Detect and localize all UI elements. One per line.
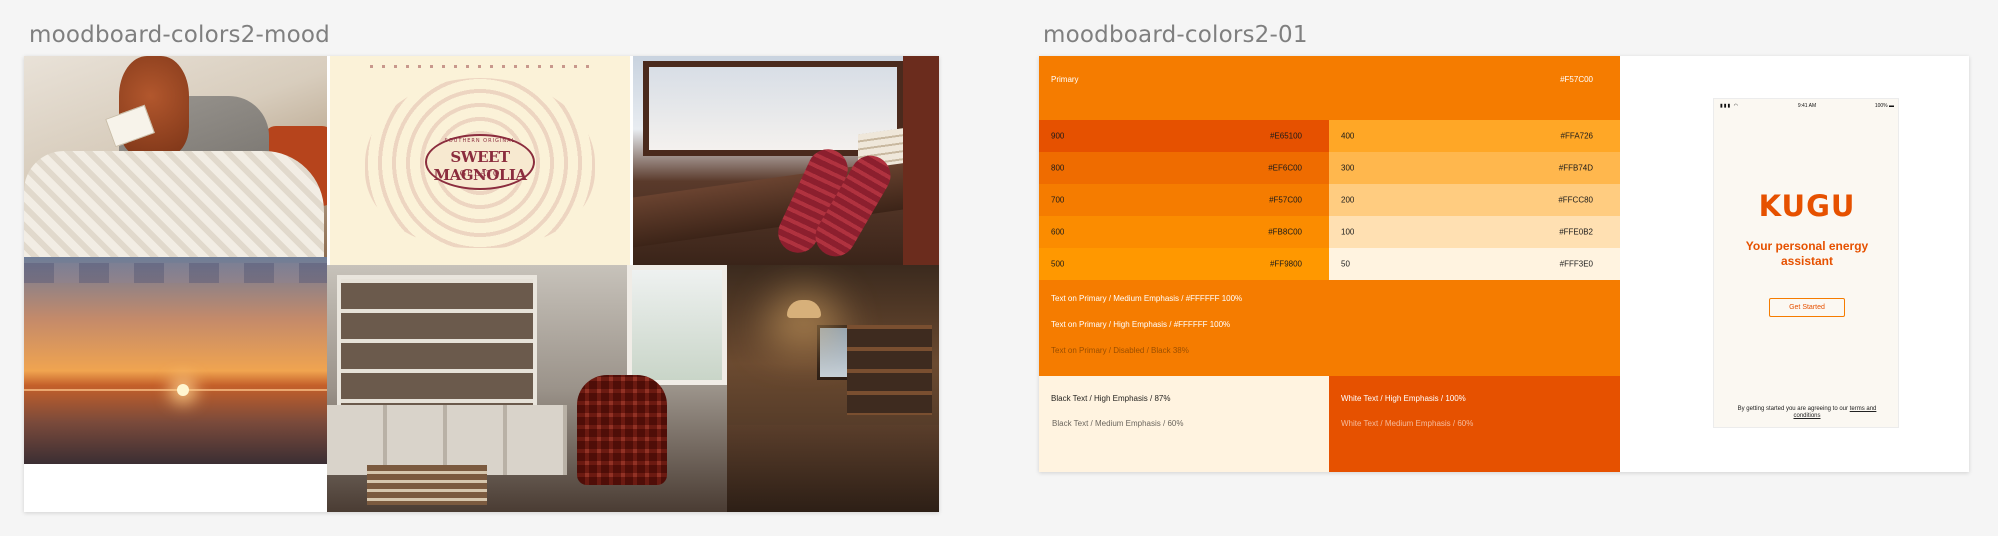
swatch-label: 200 bbox=[1341, 195, 1355, 205]
clouds bbox=[24, 263, 327, 283]
swatch-hex: #F57C00 bbox=[1560, 75, 1593, 84]
swatch-label: 900 bbox=[1051, 131, 1065, 141]
seal-top-text: SOUTHERN ORIGINAL bbox=[444, 138, 516, 144]
black-text-block[interactable]: Black Text / High Emphasis / 87% Black T… bbox=[1039, 376, 1329, 472]
black-text-medium: Black Text / Medium Emphasis / 60% bbox=[1052, 419, 1184, 428]
text-on-primary-block[interactable]: Text on Primary / Medium Emphasis / #FFF… bbox=[1039, 280, 1620, 376]
swatch-hex: #F57C00 bbox=[1269, 195, 1302, 205]
swatch-hex: #E65100 bbox=[1269, 131, 1302, 141]
swatch-500[interactable]: 500 #FF9800 bbox=[1039, 248, 1329, 280]
photo-woman-reading bbox=[24, 56, 327, 257]
legal-prefix: By getting started you are agreeing to o… bbox=[1737, 406, 1849, 412]
battery-icon: 100% ▬ bbox=[1874, 103, 1894, 109]
colors-frame[interactable]: Primary #F57C00 900 #E65100 800 #EF6C00 … bbox=[1039, 56, 1969, 472]
text-on-primary-high: Text on Primary / High Emphasis / #FFFFF… bbox=[1051, 320, 1231, 329]
swatch-400[interactable]: 400 #FFA726 bbox=[1329, 120, 1620, 152]
swatch-600[interactable]: 600 #FB8C00 bbox=[1039, 216, 1329, 248]
sun bbox=[177, 384, 189, 396]
window-frame bbox=[903, 56, 939, 265]
swatch-label: 100 bbox=[1341, 227, 1355, 237]
swatch-label: Primary bbox=[1051, 75, 1079, 84]
swatch-hex: #FFE0B2 bbox=[1559, 227, 1593, 237]
study-window bbox=[627, 265, 727, 385]
swatch-200[interactable]: 200 #FFCC80 bbox=[1329, 184, 1620, 216]
pendant-lamp bbox=[787, 300, 821, 318]
photo-cabin-kitchen bbox=[727, 265, 939, 512]
swatch-label: 50 bbox=[1341, 259, 1350, 269]
swatch-hex: #FFCC80 bbox=[1558, 195, 1593, 205]
swatch-50[interactable]: 50 #FFF3E0 bbox=[1329, 248, 1620, 280]
photo-study-room bbox=[327, 265, 727, 512]
swatch-hex: #FF9800 bbox=[1269, 259, 1302, 269]
swatch-100[interactable]: 100 #FFE0B2 bbox=[1329, 216, 1620, 248]
knit-blanket-shape bbox=[24, 151, 324, 257]
swatch-label: 800 bbox=[1051, 163, 1065, 173]
moodboard-frame[interactable]: SOUTHERN ORIGINAL SWEET MAGNOLIA GELATO bbox=[24, 56, 939, 512]
swatch-hex: #FB8C00 bbox=[1268, 227, 1302, 237]
colors-frame-title[interactable]: moodboard-colors2-01 bbox=[1043, 22, 1308, 48]
swatch-label: 700 bbox=[1051, 195, 1065, 205]
app-tagline: Your personal energy assistant bbox=[1745, 239, 1869, 268]
swatch-primary[interactable]: Primary #F57C00 bbox=[1039, 56, 1620, 120]
floor-books bbox=[367, 465, 487, 505]
swatch-hex: #FFB74D bbox=[1558, 163, 1593, 173]
photo-cozy-socks bbox=[633, 56, 939, 265]
text-on-primary-disabled: Text on Primary / Disabled / Black 38% bbox=[1051, 346, 1189, 355]
legal-text: By getting started you are agreeing to o… bbox=[1724, 406, 1890, 420]
swatch-900[interactable]: 900 #E65100 bbox=[1039, 120, 1329, 152]
swatch-800[interactable]: 800 #EF6C00 bbox=[1039, 152, 1329, 184]
swatch-hex: #EF6C00 bbox=[1268, 163, 1302, 173]
phone-mockup[interactable]: ▮▮▮ ◠ 9:41 AM 100% ▬ KUGU Your personal … bbox=[1713, 98, 1899, 428]
get-started-button[interactable]: Get Started bbox=[1769, 298, 1845, 317]
swatch-label: 300 bbox=[1341, 163, 1355, 173]
photo-sunset bbox=[24, 257, 327, 464]
swatch-label: 400 bbox=[1341, 131, 1355, 141]
battery-percent: 100% bbox=[1874, 103, 1888, 109]
ornament-line bbox=[370, 65, 590, 68]
cabin-counter bbox=[727, 425, 939, 512]
white-text-block[interactable]: White Text / High Emphasis / 100% White … bbox=[1329, 376, 1620, 472]
photo-gelato-illustration: SOUTHERN ORIGINAL SWEET MAGNOLIA GELATO bbox=[330, 56, 630, 265]
plaid-armchair bbox=[577, 375, 667, 485]
mood-frame-title[interactable]: moodboard-colors2-mood bbox=[29, 22, 330, 48]
swatch-label: 500 bbox=[1051, 259, 1065, 269]
seal-brand-text: SWEET MAGNOLIA bbox=[433, 148, 527, 184]
swatch-hex: #FFA726 bbox=[1560, 131, 1593, 141]
swatch-label: 600 bbox=[1051, 227, 1065, 237]
status-bar: ▮▮▮ ◠ 9:41 AM 100% ▬ bbox=[1714, 99, 1900, 113]
seal-sub-text: GELATO bbox=[459, 169, 501, 178]
white-text-medium: White Text / Medium Emphasis / 60% bbox=[1341, 419, 1474, 428]
bookshelf bbox=[337, 275, 537, 425]
app-logo: KUGU bbox=[1758, 189, 1856, 223]
swatch-hex: #FFF3E0 bbox=[1559, 259, 1593, 269]
swatch-700[interactable]: 700 #F57C00 bbox=[1039, 184, 1329, 216]
text-on-primary-medium: Text on Primary / Medium Emphasis / #FFF… bbox=[1051, 294, 1243, 303]
cabin-shelf bbox=[847, 325, 932, 415]
black-text-high: Black Text / High Emphasis / 87% bbox=[1051, 394, 1171, 403]
horizon bbox=[24, 389, 327, 391]
swatch-300[interactable]: 300 #FFB74D bbox=[1329, 152, 1620, 184]
status-time: 9:41 AM bbox=[1797, 103, 1817, 109]
white-text-high: White Text / High Emphasis / 100% bbox=[1341, 394, 1466, 403]
